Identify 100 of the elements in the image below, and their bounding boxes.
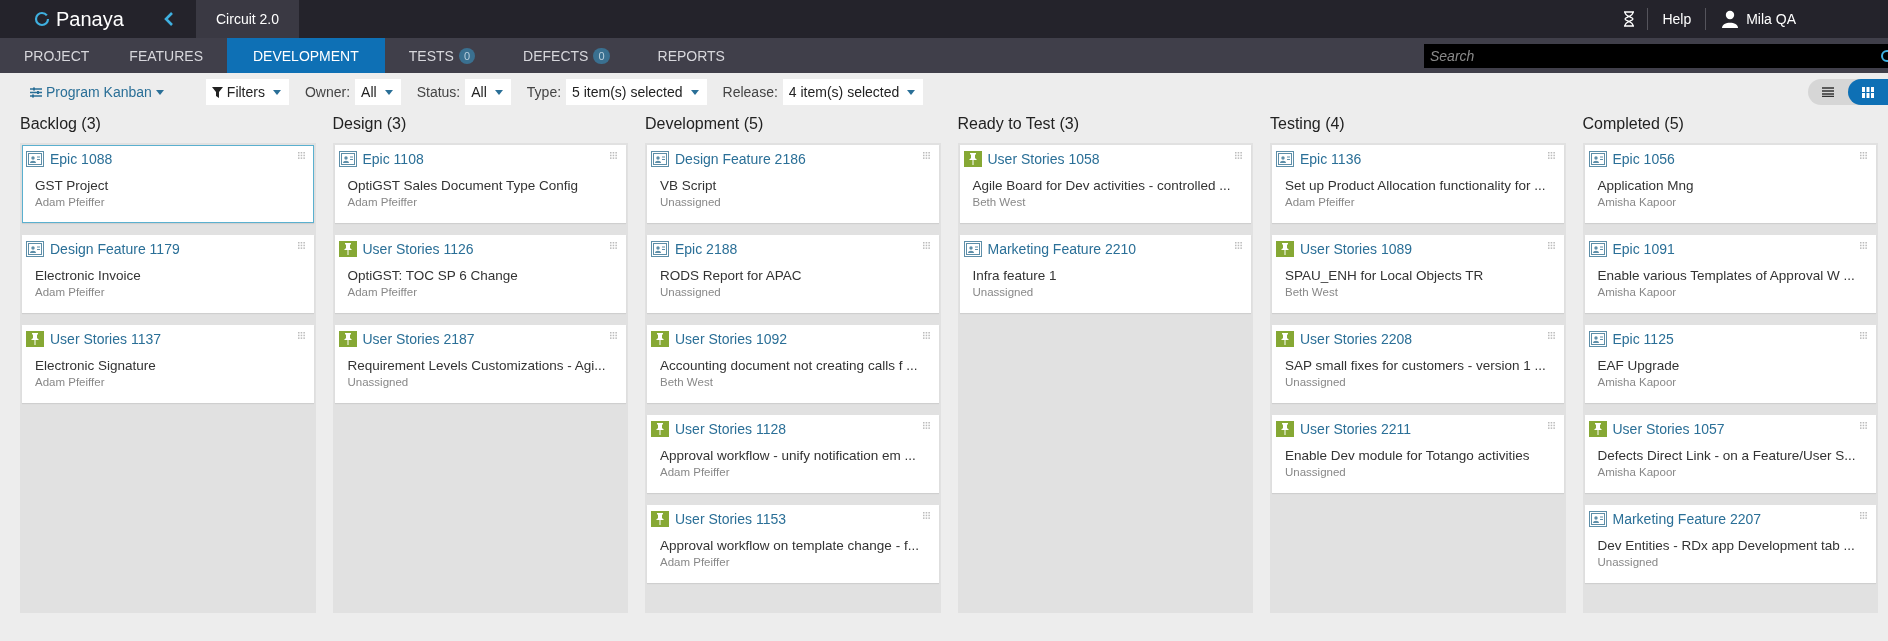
- card-id-link[interactable]: Epic 1136: [1300, 151, 1542, 167]
- card-id-link[interactable]: User Stories 1126: [362, 241, 604, 257]
- card-id-link[interactable]: Design Feature 2186: [675, 151, 917, 167]
- kanban-card[interactable]: User Stories 1058 Agile Board for Dev activities - controlled ... Beth West: [959, 145, 1251, 223]
- grip-icon[interactable]: [922, 422, 930, 429]
- card-title: Enable Dev module for Totango activities: [1285, 448, 1531, 463]
- help-link[interactable]: Help: [1648, 11, 1706, 27]
- caret-icon: [384, 89, 393, 95]
- grip-icon[interactable]: [1860, 152, 1867, 159]
- card-id-link[interactable]: User Stories 2208: [1300, 331, 1542, 347]
- card-id-link[interactable]: Epic 1091: [1612, 241, 1854, 257]
- hourglass-icon[interactable]: [1623, 11, 1636, 27]
- kanban-card[interactable]: User Stories 2211 Enable Dev module for Totango activities Unassigned: [1272, 415, 1564, 493]
- card-id-link[interactable]: Epic 1088: [50, 151, 292, 167]
- kanban-card[interactable]: Design Feature 2186 VB Script Unassigned: [647, 145, 939, 223]
- grip-icon[interactable]: [922, 152, 930, 159]
- grip-icon[interactable]: [1235, 242, 1242, 249]
- nav-tab[interactable]: REPORTS: [633, 38, 749, 73]
- grip-icon[interactable]: [297, 332, 305, 339]
- project-name-tab[interactable]: Circuit 2.0: [196, 0, 300, 38]
- kanban-card[interactable]: User Stories 1126 OptiGST: TOC SP 6 Change Adam Pfeiffer: [334, 235, 626, 313]
- kanban-card[interactable]: User Stories 2208 SAP small fixes for customers - version 1 ... Unassigned: [1272, 325, 1564, 403]
- card-id-link[interactable]: User Stories 1092: [675, 331, 917, 347]
- card-title: Enable various Templates of Approval W ...: [1597, 268, 1856, 283]
- card-owner: Unassigned: [660, 286, 722, 298]
- kanban-card[interactable]: Epic 1125 EAF Upgrade Amisha Kapoor: [1584, 325, 1876, 403]
- grip-icon[interactable]: [297, 152, 305, 159]
- kanban-card[interactable]: Marketing Feature 2210 Infra feature 1 Unassigned: [959, 235, 1251, 313]
- grip-icon[interactable]: [297, 242, 305, 249]
- kanban-card[interactable]: User Stories 1137 Electronic Signature Adam Pfeiffer: [22, 325, 314, 403]
- grip-icon[interactable]: [1860, 512, 1867, 519]
- pin-icon: [1276, 241, 1294, 257]
- view-menu-dropdown[interactable]: Program Kanban: [30, 84, 164, 100]
- kanban-card[interactable]: Marketing Feature 2207 Dev Entities - RDx app Development tab ... Unassigned: [1584, 505, 1876, 583]
- grip-icon[interactable]: [610, 152, 617, 159]
- grip-icon[interactable]: [610, 332, 617, 339]
- card-id-link[interactable]: User Stories 1153: [675, 511, 917, 527]
- kanban-card[interactable]: Epic 1091 Enable various Templates of Approval W ... Amisha Kapoor: [1584, 235, 1876, 313]
- card-id-link[interactable]: User Stories 2187: [362, 331, 604, 347]
- id-card-icon: [1588, 331, 1607, 347]
- filter-dropdown[interactable]: 4 item(s) selected: [782, 79, 924, 105]
- card-id-link[interactable]: User Stories 1058: [987, 151, 1229, 167]
- filter-dropdown[interactable]: All: [355, 79, 401, 105]
- card-id-link[interactable]: Epic 2188: [675, 241, 917, 257]
- caret-icon: [907, 89, 916, 95]
- nav-tab[interactable]: FEATURES: [113, 38, 227, 73]
- grip-icon[interactable]: [1547, 422, 1555, 429]
- card-id-link[interactable]: User Stories 2211: [1300, 421, 1542, 437]
- kanban-card[interactable]: User Stories 1057 Defects Direct Link - on a Feature/User S... Amisha Kapoor: [1584, 415, 1876, 493]
- kanban-card[interactable]: Epic 1108 OptiGST Sales Document Type Config Adam Pfeiffer: [334, 145, 626, 223]
- kanban-card[interactable]: Epic 1136 Set up Product Allocation functionality for ... Adam Pfeiffer: [1272, 145, 1564, 223]
- nav-tab[interactable]: PROJECT: [0, 38, 114, 73]
- card-id-link[interactable]: Epic 1108: [362, 151, 604, 167]
- kanban-card[interactable]: Design Feature 1179 Electronic Invoice Adam Pfeiffer: [22, 235, 314, 313]
- card-id-link[interactable]: User Stories 1137: [50, 331, 292, 347]
- chevron-left-icon[interactable]: [164, 12, 174, 26]
- kanban-card[interactable]: Epic 1056 Application Mng Amisha Kapoor: [1584, 145, 1876, 223]
- card-id-link[interactable]: Marketing Feature 2210: [987, 241, 1229, 257]
- filter-dropdown[interactable]: 5 item(s) selected: [566, 79, 707, 105]
- filters-button[interactable]: Filters: [205, 79, 289, 105]
- grip-icon[interactable]: [1860, 422, 1867, 429]
- card-id-link[interactable]: Design Feature 1179: [50, 241, 292, 257]
- card-id-link[interactable]: Epic 1056: [1612, 151, 1854, 167]
- nav-tab[interactable]: DEVELOPMENT: [227, 38, 385, 73]
- column-title: Testing (4): [1270, 114, 1346, 134]
- grip-icon[interactable]: [610, 242, 617, 249]
- search-field[interactable]: Search: [1424, 43, 1888, 68]
- kanban-card[interactable]: User Stories 1089 SPAU_ENH for Local Objects TR Beth West: [1272, 235, 1564, 313]
- kanban-card[interactable]: User Stories 2187 Requirement Levels Customizations - Agi... Unassigned: [334, 325, 626, 403]
- card-id-link[interactable]: User Stories 1089: [1300, 241, 1542, 257]
- board-view-button[interactable]: [1848, 79, 1888, 105]
- card-owner: Unassigned: [1597, 556, 1660, 568]
- grip-icon[interactable]: [1547, 242, 1555, 249]
- user-menu[interactable]: Mila QA: [1722, 10, 1796, 28]
- card-id-link[interactable]: User Stories 1057: [1612, 421, 1854, 437]
- card-owner: Adam Pfeiffer: [35, 376, 106, 388]
- card-id-link[interactable]: User Stories 1128: [675, 421, 917, 437]
- grip-icon[interactable]: [1235, 152, 1242, 159]
- kanban-card[interactable]: User Stories 1153 Approval workflow on template change - f... Adam Pfeiffer: [647, 505, 939, 583]
- grip-icon[interactable]: [1547, 332, 1555, 339]
- grip-icon[interactable]: [1860, 242, 1867, 249]
- grip-icon[interactable]: [922, 242, 930, 249]
- count-badge: 0: [593, 47, 610, 64]
- nav-tab[interactable]: TESTS 0: [384, 38, 500, 73]
- grip-icon[interactable]: [1547, 152, 1555, 159]
- kanban-card[interactable]: User Stories 1128 Approval workflow - unify notification em ... Adam Pfeiffer: [647, 415, 939, 493]
- card-id-link[interactable]: Marketing Feature 2207: [1612, 511, 1854, 527]
- grip-icon[interactable]: [922, 332, 930, 339]
- ring-logo-icon: [34, 11, 50, 27]
- grip-icon[interactable]: [1860, 332, 1867, 339]
- kanban-card[interactable]: Epic 1088 GST Project Adam Pfeiffer: [22, 145, 314, 223]
- kanban-card[interactable]: Epic 2188 RODS Report for APAC Unassigned: [647, 235, 939, 313]
- column-title: Completed (5): [1582, 114, 1685, 134]
- column-title: Backlog (3): [20, 114, 102, 134]
- pin-icon: [1588, 421, 1607, 437]
- kanban-card[interactable]: User Stories 1092 Accounting document not creating calls f ... Beth West: [647, 325, 939, 403]
- grip-icon[interactable]: [922, 512, 930, 519]
- nav-tab[interactable]: DEFECTS 0: [499, 38, 634, 73]
- filter-dropdown[interactable]: All: [465, 79, 511, 105]
- card-id-link[interactable]: Epic 1125: [1612, 331, 1854, 347]
